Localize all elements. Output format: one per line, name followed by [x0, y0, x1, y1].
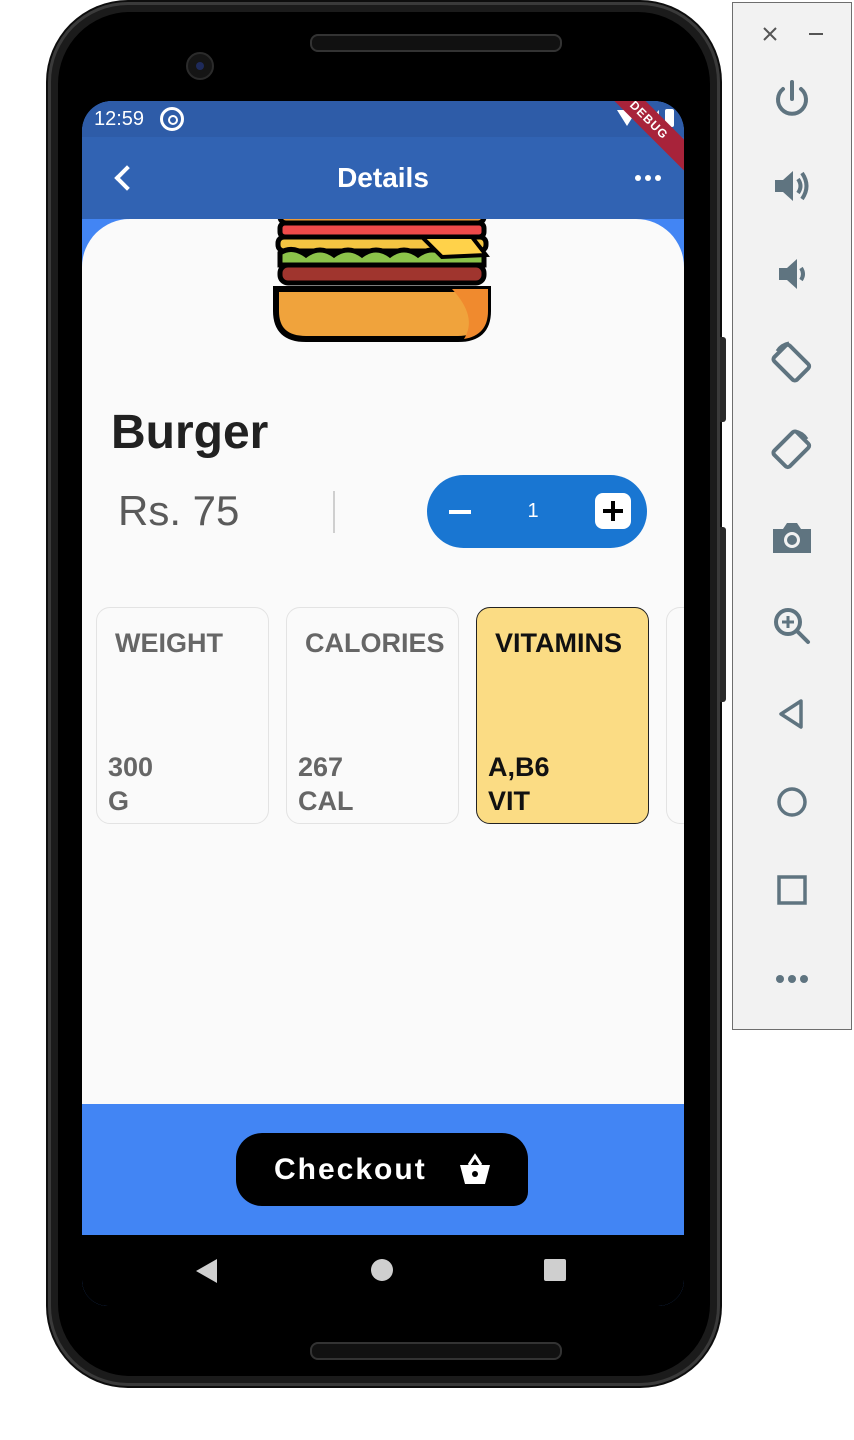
quantity-stepper: 1: [427, 475, 647, 548]
decrement-button[interactable]: [445, 493, 481, 529]
volume-side-button: [720, 527, 726, 702]
rotate-right-icon: [771, 429, 812, 470]
checkout-label: Checkout: [274, 1153, 427, 1186]
notification-icon: [160, 107, 184, 131]
panel-more-button[interactable]: [767, 953, 817, 1003]
minimize-icon[interactable]: [809, 33, 823, 35]
volume-up-icon: [775, 171, 809, 201]
camera-icon: [773, 523, 811, 553]
nutrition-label: VITAMINS: [495, 628, 622, 658]
rotate-left-icon: [771, 341, 812, 383]
page-title: Details: [337, 162, 429, 193]
power-icon: [776, 80, 808, 116]
nutrition-label: CALORIES: [305, 628, 445, 658]
zoom-icon: [774, 608, 810, 644]
overview-icon: [777, 875, 807, 905]
nutrition-amount: 267: [298, 752, 344, 782]
basket-icon: [460, 1153, 490, 1184]
nutrition-unit: VIT: [488, 786, 531, 816]
more-dot-icon: [645, 175, 651, 181]
more-dot-icon: [655, 175, 661, 181]
checkout-area: Checkout: [82, 1104, 684, 1235]
back-icon: [779, 699, 803, 729]
panel-back-button[interactable]: [767, 689, 817, 739]
more-dot-icon: [635, 175, 641, 181]
product-price: Rs. 75: [118, 487, 240, 534]
nutrition-value: 300 G: [108, 750, 153, 818]
home-icon: [777, 787, 807, 817]
product-name: Burger: [111, 406, 269, 459]
burger-image: [273, 219, 491, 342]
volume-down-button[interactable]: [767, 249, 817, 299]
zoom-button[interactable]: [767, 601, 817, 651]
checkout-button[interactable]: Checkout: [236, 1133, 528, 1206]
more-options-button[interactable]: [632, 163, 664, 193]
rotate-right-button[interactable]: [767, 425, 817, 475]
more-icon: [776, 975, 808, 983]
price-divider: [333, 491, 335, 533]
power-side-button: [720, 337, 726, 422]
nutrition-card-partial[interactable]: [666, 607, 684, 824]
increment-button[interactable]: [595, 493, 631, 529]
volume-down-icon: [779, 259, 805, 289]
nutrition-value: A,B6 VIT: [488, 750, 550, 818]
volume-up-button[interactable]: [767, 161, 817, 211]
app-bar: Details: [82, 137, 684, 219]
quantity-value: 1: [527, 500, 539, 522]
top-speaker: [310, 34, 562, 52]
rotate-left-button[interactable]: [767, 337, 817, 387]
nutrition-unit: CAL: [298, 786, 354, 816]
power-button[interactable]: [767, 73, 817, 123]
close-icon[interactable]: [759, 23, 781, 45]
device-screen: 12:59 Details DEBUG Burger Rs. 75 1 WEIG…: [82, 101, 684, 1306]
nav-home-icon[interactable]: [371, 1259, 393, 1281]
system-nav-bar: [82, 1235, 684, 1306]
nutrition-card-weight[interactable]: WEIGHT 300 G: [96, 607, 269, 824]
panel-home-button[interactable]: [767, 777, 817, 827]
front-camera: [186, 52, 214, 80]
status-bar: 12:59: [82, 101, 684, 137]
status-time: 12:59: [94, 108, 145, 130]
nutrition-amount: A,B6: [488, 752, 550, 782]
bottom-speaker: [310, 1342, 562, 1360]
details-card: Burger Rs. 75 1 WEIGHT 300 G CALORIES 26…: [82, 219, 684, 1104]
nutrition-unit: G: [108, 786, 130, 816]
nutrition-value: 267 CAL: [298, 750, 354, 818]
nutrition-card-calories[interactable]: CALORIES 267 CAL: [286, 607, 459, 824]
nutrition-amount: 300: [108, 752, 154, 782]
screenshot-button[interactable]: [767, 513, 817, 563]
nav-recents-icon[interactable]: [544, 1259, 566, 1281]
nutrition-card-vitamins[interactable]: VITAMINS A,B6 VIT: [476, 607, 649, 824]
panel-overview-button[interactable]: [767, 865, 817, 915]
nav-back-icon[interactable]: [196, 1259, 217, 1283]
emulator-toolbar: [732, 2, 852, 1030]
nutrition-label: WEIGHT: [115, 628, 223, 658]
